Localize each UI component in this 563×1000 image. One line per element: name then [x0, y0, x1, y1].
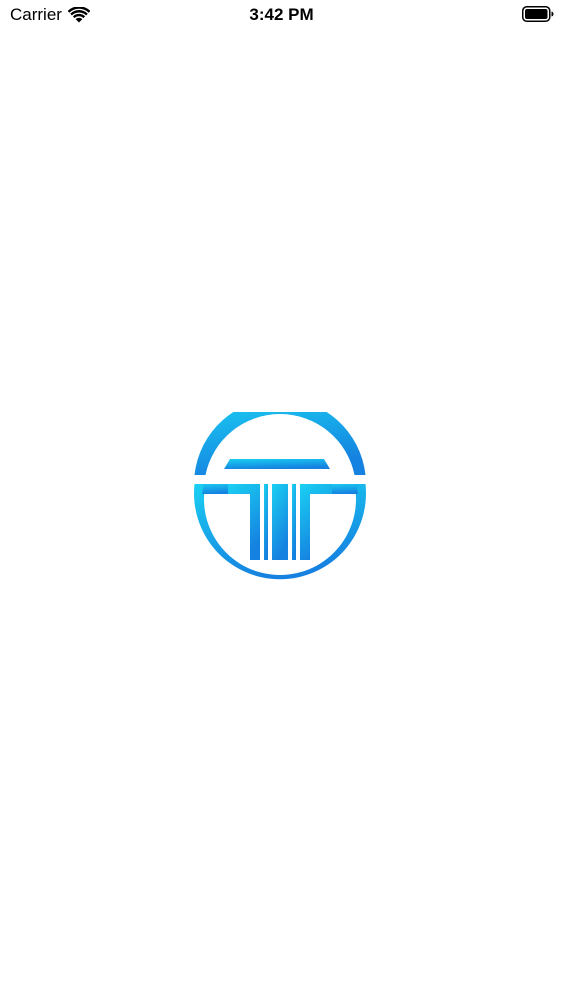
splash-screen: Carrier 3:42 PM [0, 0, 563, 1000]
circle-t-logo-icon [194, 412, 366, 580]
battery-full-icon [522, 6, 554, 22]
status-time: 3:42 PM [249, 5, 314, 24]
status-bar: Carrier 3:42 PM [0, 0, 563, 30]
